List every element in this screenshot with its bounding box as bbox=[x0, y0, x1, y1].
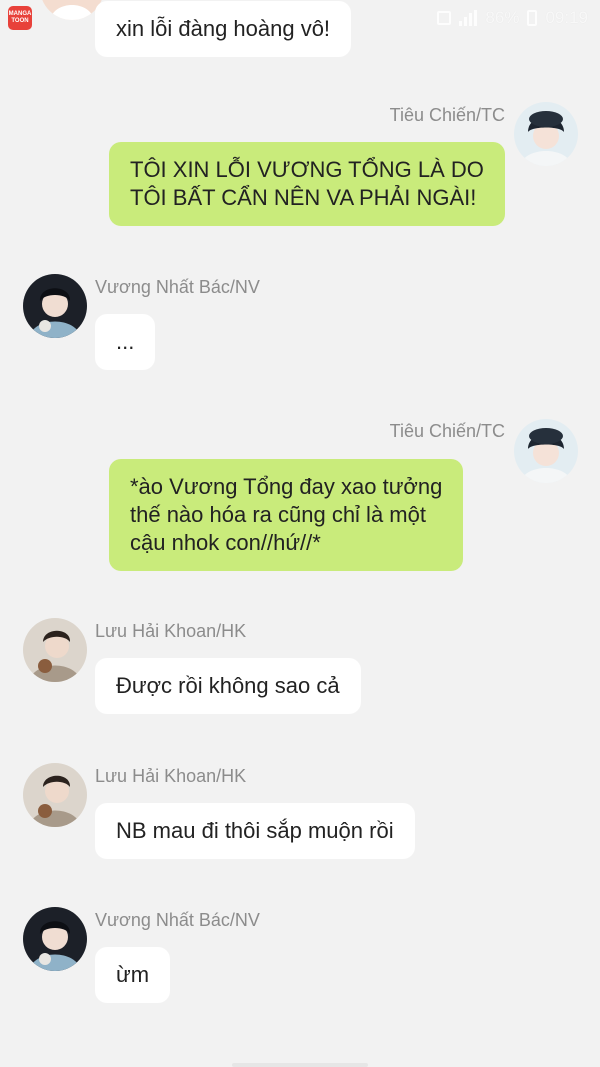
sender-name: Tiêu Chiến/TC bbox=[389, 421, 505, 441]
avatar-tc-icon[interactable] bbox=[514, 419, 578, 483]
signal-icon bbox=[459, 10, 478, 26]
app-icon-text-1: MANGA bbox=[8, 11, 32, 17]
battery-icon bbox=[527, 10, 538, 26]
message-bubble[interactable]: ... bbox=[95, 314, 156, 370]
message-text-line: TÔI BẤT CẨN NÊN VA PHẢI NGÀI! bbox=[130, 185, 477, 210]
sender-name: Tiêu Chiến/TC bbox=[389, 105, 505, 125]
battery-percent: 86% bbox=[485, 8, 520, 27]
avatar-nv-icon[interactable] bbox=[23, 274, 87, 338]
notification-icon bbox=[437, 11, 452, 25]
avatar-nv-icon[interactable] bbox=[23, 907, 87, 971]
message-text: NB mau đi thôi sắp muộn rồi bbox=[116, 818, 394, 843]
message-text: Được rồi không sao cả bbox=[116, 673, 340, 698]
status-time: 09:19 bbox=[545, 8, 588, 27]
app-icon-text-2: TOON bbox=[11, 18, 29, 24]
message-text: ... bbox=[116, 329, 135, 354]
message-text-line: cậu nhok con//hứ//* bbox=[130, 530, 321, 555]
message-bubble[interactable]: *ào Vương Tổng đay xao tưởng thế nào hóa… bbox=[109, 459, 464, 571]
message-text-line: thế nào hóa ra cũng chỉ là một bbox=[130, 502, 426, 527]
message-text: ừm bbox=[116, 962, 150, 987]
sender-name: Vương Nhất Bác/NV bbox=[95, 910, 260, 930]
message-bubble[interactable]: Được rồi không sao cả bbox=[95, 658, 361, 714]
sender-name: Lưu Hải Khoan/HK bbox=[95, 766, 247, 786]
message-bubble[interactable]: NB mau đi thôi sắp muộn rồi bbox=[95, 803, 415, 859]
mangatoon-app-icon[interactable]: MANGA TOON bbox=[8, 6, 32, 30]
sender-name: Vương Nhất Bác/NV bbox=[95, 277, 260, 297]
message-bubble[interactable]: TÔI XIN LỖI VƯƠNG TỔNG LÀ DO TÔI BẤT CẨN… bbox=[109, 142, 505, 226]
message-text-line: *ào Vương Tổng đay xao tưởng bbox=[130, 474, 443, 499]
avatar-tc-icon[interactable] bbox=[514, 102, 578, 166]
status-indicators: 86% 09:19 bbox=[437, 8, 588, 28]
status-bar: MANGA TOON 86% 09:19 bbox=[0, 0, 600, 36]
message-text-line: TÔI XIN LỖI VƯƠNG TỔNG LÀ DO bbox=[130, 157, 484, 182]
avatar-hk-icon[interactable] bbox=[23, 618, 87, 682]
avatar-hk-icon[interactable] bbox=[23, 763, 87, 827]
message-bubble[interactable]: ừm bbox=[95, 947, 171, 1003]
home-indicator[interactable] bbox=[232, 1063, 368, 1067]
sender-name: Lưu Hải Khoan/HK bbox=[95, 621, 247, 641]
chat-screen: MANGA TOON 86% 09:19 xin lỗi đàng hoàng … bbox=[0, 0, 600, 1067]
